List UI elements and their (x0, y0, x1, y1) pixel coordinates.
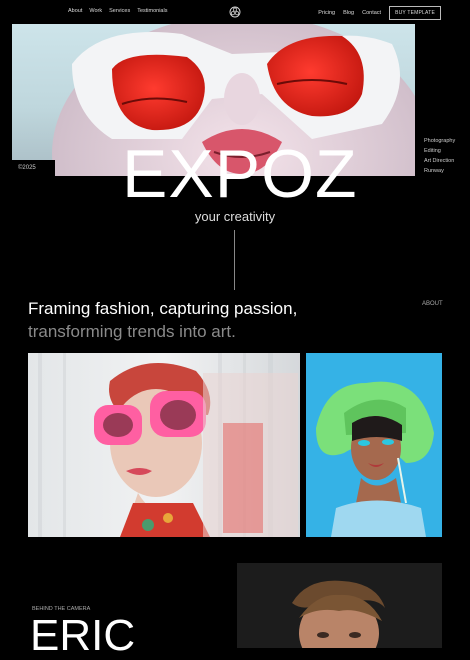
nav-link-blog[interactable]: Blog (343, 10, 354, 16)
service-item-art-direction[interactable]: Art Direction (424, 156, 470, 166)
nav-link-services[interactable]: Services (109, 8, 130, 14)
service-item-runway[interactable]: Runway (424, 166, 470, 176)
logo-icon[interactable] (229, 6, 241, 18)
nav-link-pricing[interactable]: Pricing (318, 10, 335, 16)
intro-headline-line2: transforming trends into art. (28, 322, 236, 341)
nav-left-links: About Work Services Testimonials (68, 8, 167, 14)
about-link[interactable]: ABOUT (422, 301, 443, 307)
buy-template-button[interactable]: BUY TEMPLATE (389, 6, 441, 20)
intro-headline: Framing fashion, capturing passion, tran… (28, 297, 297, 343)
gallery-photo-green-hat[interactable] (306, 353, 442, 537)
top-nav: About Work Services Testimonials Pricing… (0, 0, 470, 24)
nav-link-testimonials[interactable]: Testimonials (137, 8, 167, 14)
hero-tagline: your creativity (194, 209, 276, 224)
copyright-year: ©2025 (12, 160, 55, 176)
brand-title: EXPOZ (122, 136, 358, 212)
nav-link-contact[interactable]: Contact (362, 10, 381, 16)
service-item-editing[interactable]: Editing (424, 146, 470, 156)
scroll-divider-line (234, 230, 235, 290)
service-item-photography[interactable]: Photography (424, 136, 470, 146)
nav-link-work[interactable]: Work (89, 8, 102, 14)
gallery-photo-pink-glasses[interactable] (28, 353, 300, 537)
photographer-name: ERIC (30, 611, 136, 660)
intro-headline-line1: Framing fashion, capturing passion, (28, 299, 298, 318)
services-list: Photography Editing Art Direction Runway (415, 130, 470, 178)
nav-right-links: Pricing Blog Contact BUY TEMPLATE (318, 6, 441, 20)
photographer-portrait (237, 563, 442, 648)
nav-link-about[interactable]: About (68, 8, 82, 14)
